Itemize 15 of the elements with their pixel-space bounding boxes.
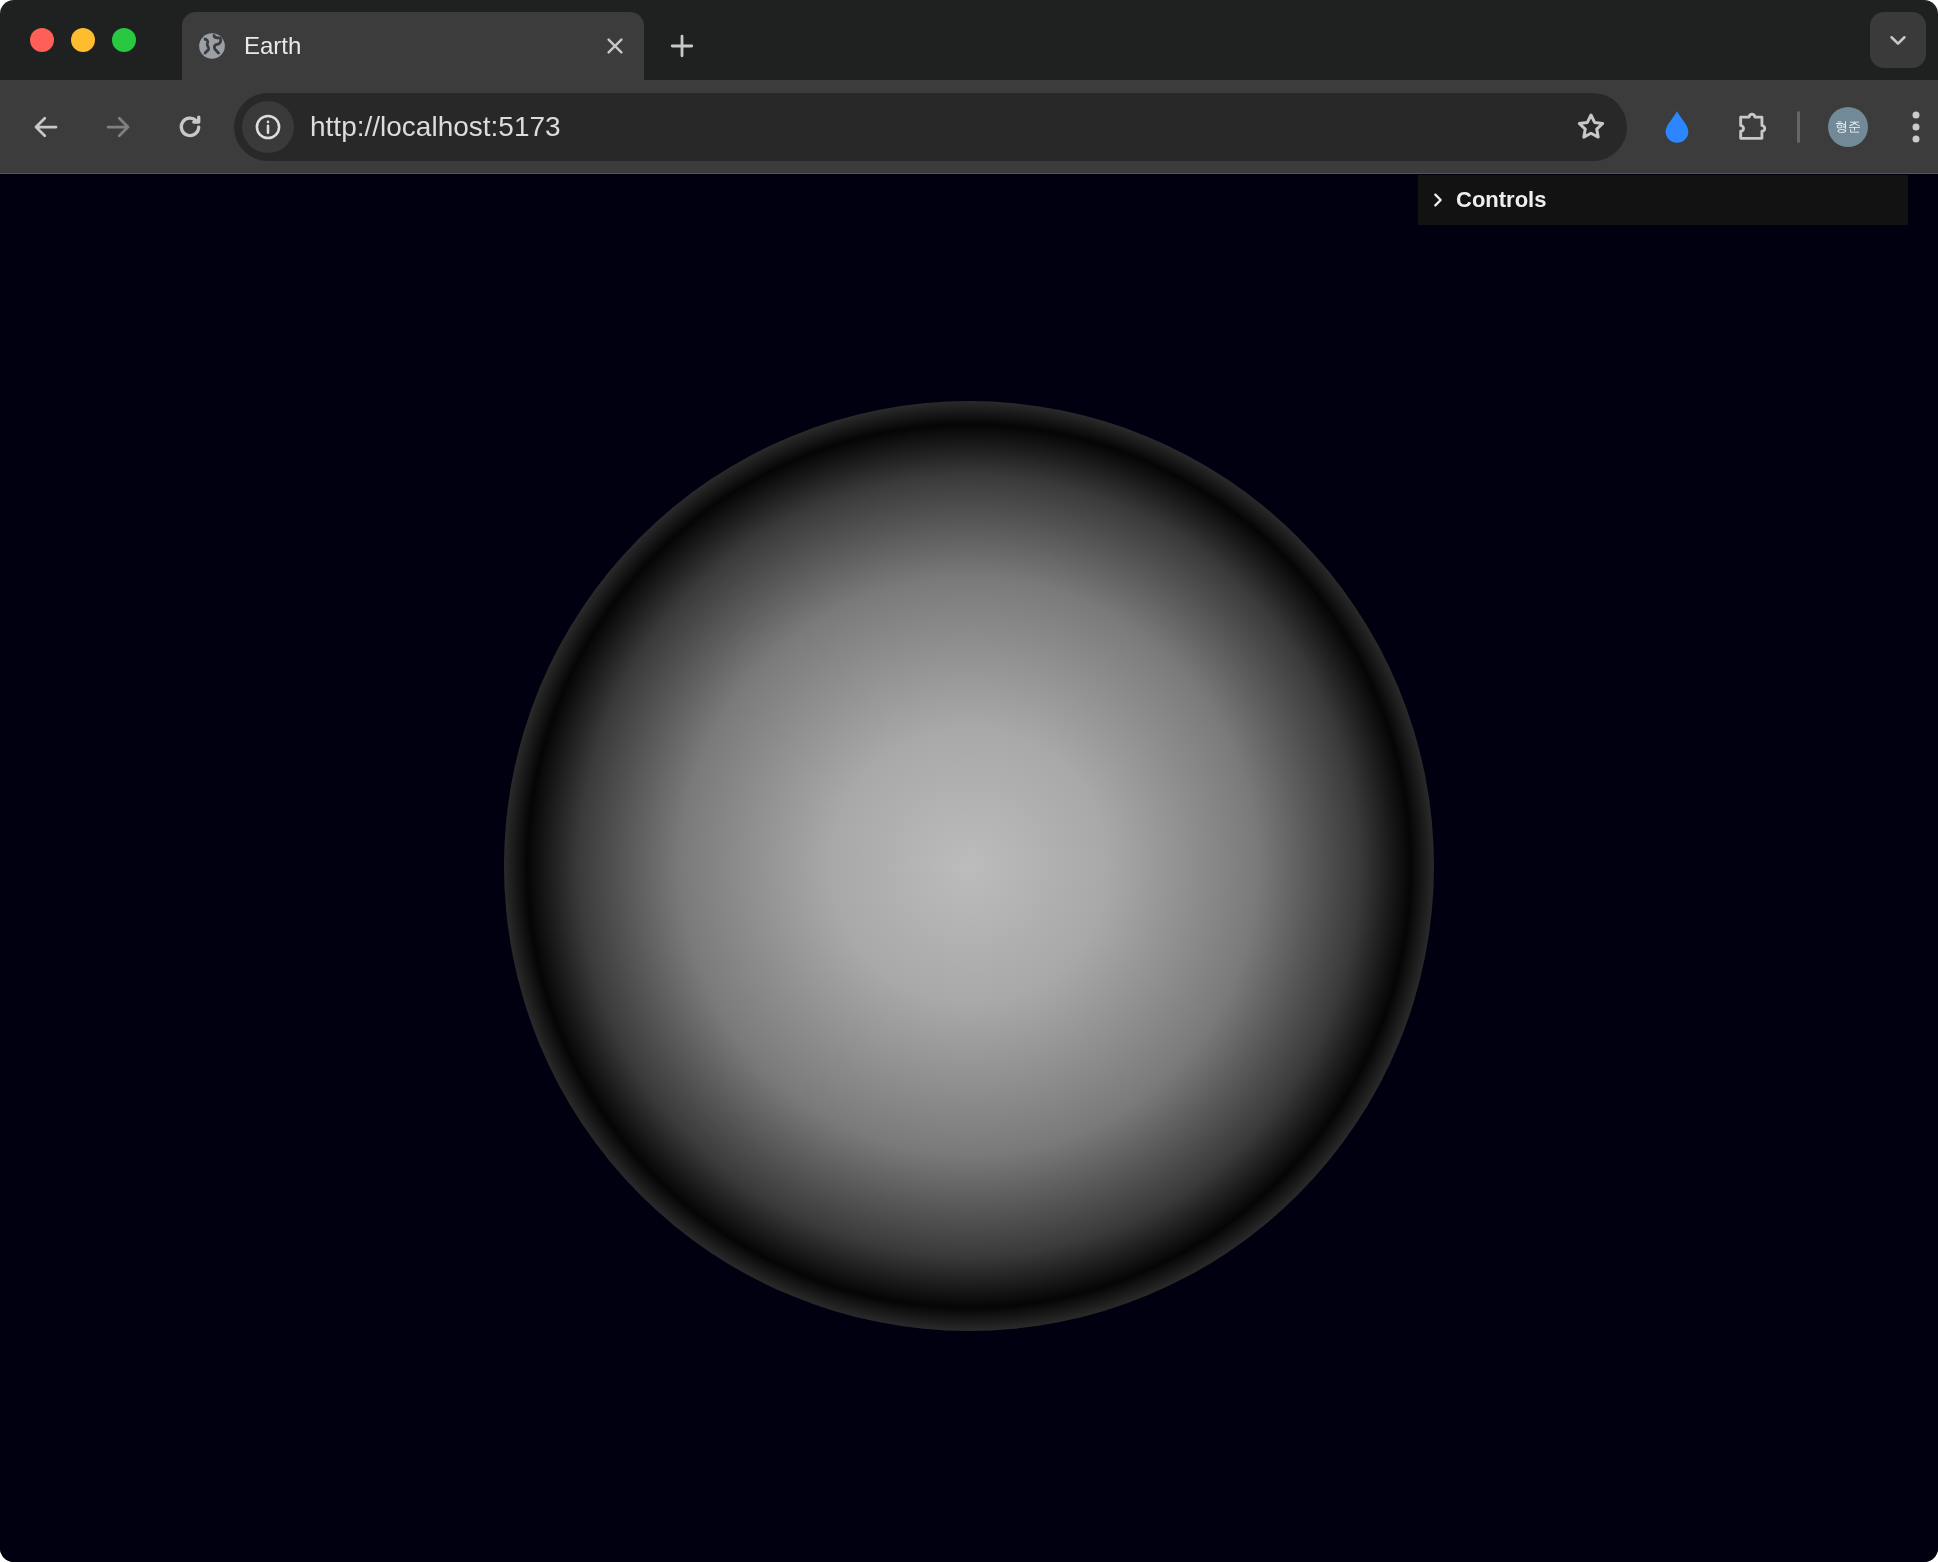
water-drop-icon[interactable] [1663,109,1691,144]
info-icon [254,112,282,141]
tab-title: Earth [244,32,303,60]
maximize-window-button[interactable] [112,28,136,52]
controls-panel-header[interactable]: Controls [1418,175,1908,225]
url-text: http://localhost:5173 [310,110,562,143]
browser-tab[interactable]: Earth [182,12,644,80]
site-info-button[interactable] [242,100,294,153]
plus-icon [669,33,695,59]
globe-icon [198,32,226,60]
close-window-button[interactable] [30,28,54,52]
address-bar[interactable]: http://localhost:5173 [234,92,1627,161]
minimize-window-button[interactable] [71,28,95,52]
menu-icon[interactable] [1912,110,1920,143]
close-tab-button[interactable] [604,35,626,57]
